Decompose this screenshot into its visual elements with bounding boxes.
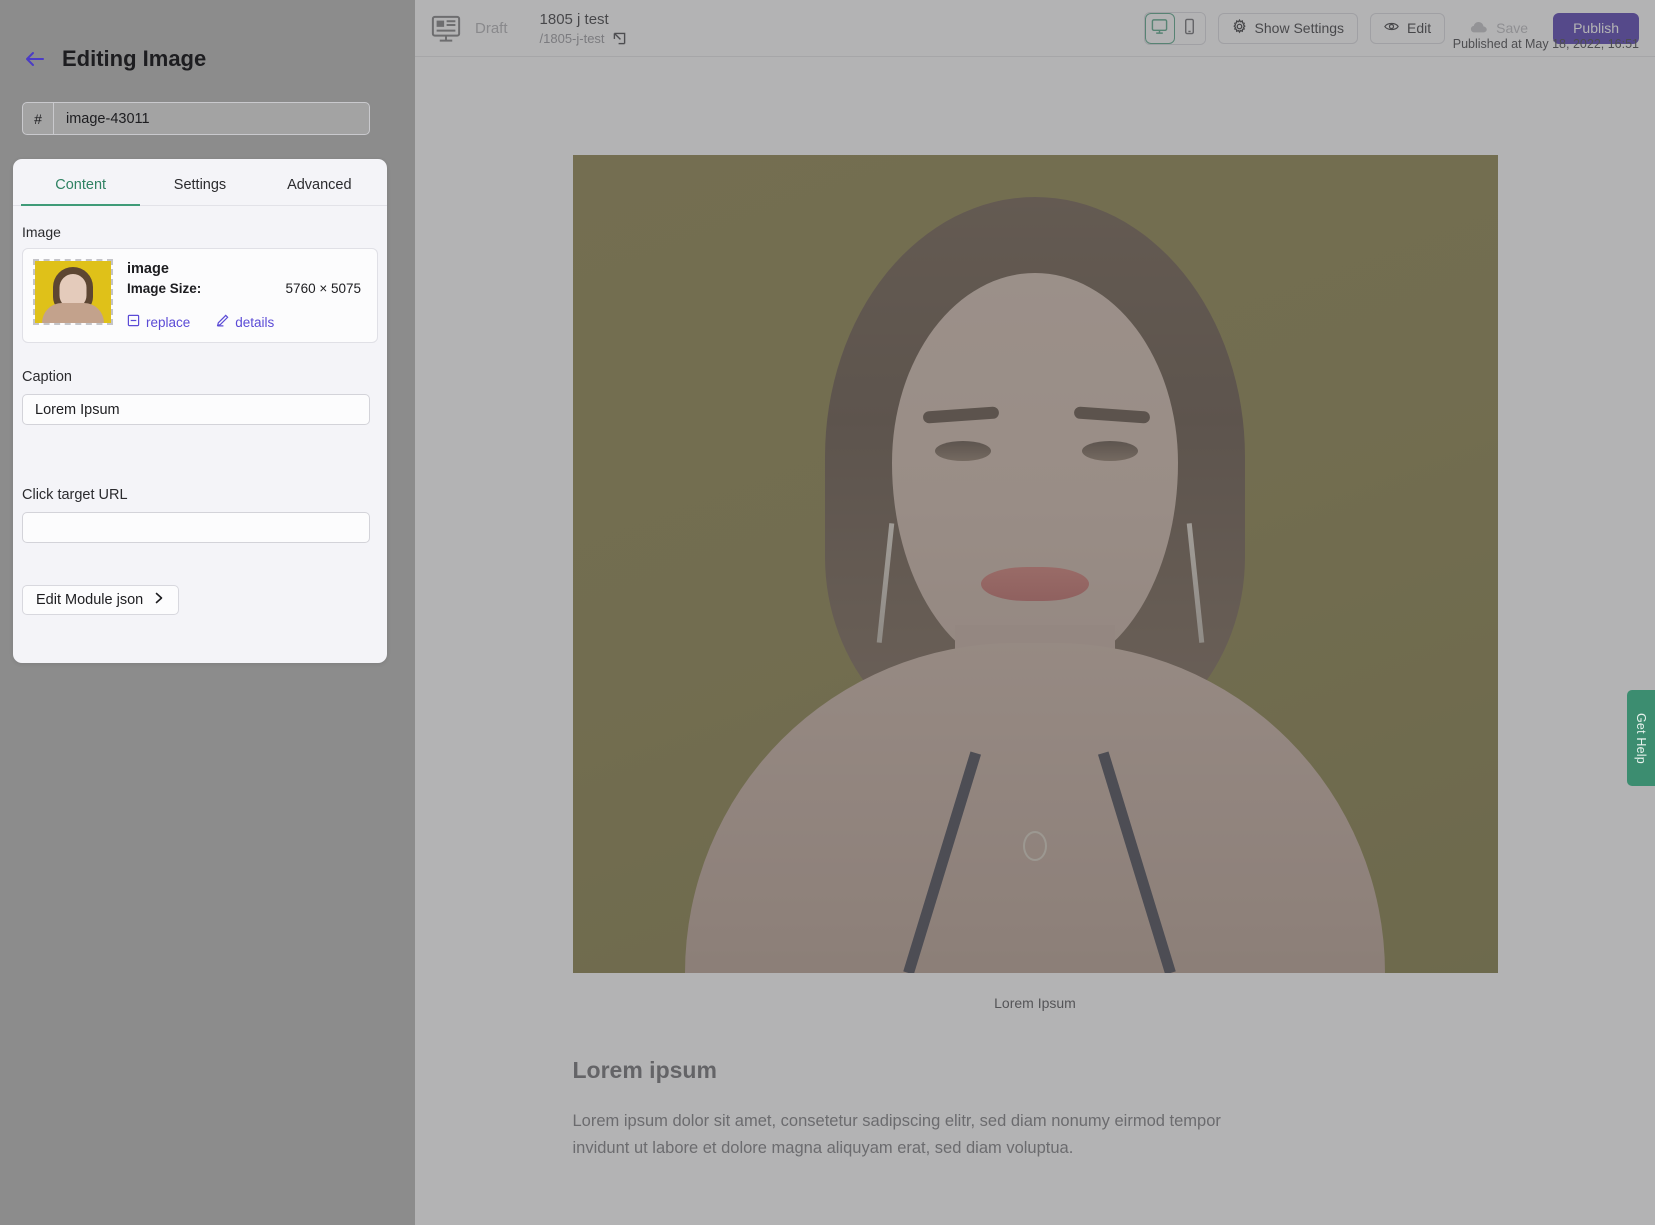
- replace-image-link[interactable]: replace: [127, 314, 190, 330]
- figure-face: [892, 273, 1178, 673]
- page-slug-row: /1805-j-test: [540, 32, 626, 45]
- replace-icon: [127, 314, 140, 330]
- tab-content[interactable]: Content: [21, 159, 140, 206]
- cloud-icon: [1470, 18, 1488, 39]
- anchor-id-field[interactable]: #: [22, 102, 370, 135]
- click-target-url-label: Click target URL: [22, 487, 387, 503]
- arrow-left-icon[interactable]: [24, 48, 46, 70]
- tab-advanced[interactable]: Advanced: [260, 159, 379, 206]
- edit-button[interactable]: Edit: [1370, 13, 1445, 44]
- preview-content: Lorem Ipsum Lorem ipsum Lorem ipsum dolo…: [415, 57, 1655, 1162]
- edit-label: Edit: [1407, 20, 1431, 36]
- top-toolbar: Draft 1805 j test /1805-j-test: [415, 0, 1655, 57]
- editor-tabs: Content Settings Advanced: [13, 159, 387, 206]
- figure-lips: [981, 567, 1089, 601]
- image-size-value: 5760 × 5075: [286, 281, 365, 296]
- chevron-right-icon: [153, 592, 165, 608]
- page-status-label: Draft: [475, 20, 508, 37]
- figure-necklace: [1023, 831, 1047, 861]
- preview-heading: Lorem ipsum: [573, 1057, 1498, 1084]
- details-label: details: [235, 315, 274, 330]
- desktop-monitor-icon: [1151, 18, 1168, 38]
- preview-text-block: Lorem ipsum Lorem ipsum dolor sit amet, …: [573, 1057, 1498, 1162]
- image-editor-panel: Editing Image # Content Settings Advance…: [0, 0, 415, 1225]
- preview-hero-image: [573, 155, 1498, 973]
- get-help-tab[interactable]: Get Help: [1627, 690, 1655, 786]
- preview-pane: Draft 1805 j test /1805-j-test: [415, 0, 1655, 1225]
- mobile-preview-button[interactable]: [1175, 13, 1205, 44]
- field-spacer: [13, 425, 387, 461]
- eye-icon: [1384, 19, 1399, 37]
- mobile-phone-icon: [1181, 18, 1198, 38]
- editor-card: Content Settings Advanced Image image Im…: [13, 159, 387, 663]
- hash-prefix: #: [23, 103, 54, 134]
- edit-module-json-button[interactable]: Edit Module json: [22, 585, 179, 615]
- desktop-preview-button[interactable]: [1145, 13, 1175, 44]
- save-label: Save: [1496, 20, 1528, 36]
- image-thumbnail[interactable]: [35, 261, 111, 323]
- page-slug: /1805-j-test: [540, 32, 605, 45]
- editor-header: Editing Image: [0, 0, 415, 72]
- page-title-editing: Editing Image: [62, 46, 206, 72]
- image-asset-card[interactable]: image Image Size: 5760 × 5075 replace: [22, 248, 378, 343]
- caption-input[interactable]: [22, 394, 370, 425]
- page-title: 1805 j test: [540, 12, 626, 27]
- image-details-link[interactable]: details: [216, 314, 274, 330]
- click-target-url-input[interactable]: [22, 512, 370, 543]
- published-at-text: Published at May 18, 2022, 16:51: [1453, 37, 1639, 51]
- image-metadata: image Image Size: 5760 × 5075 replace: [127, 261, 365, 330]
- preview-image-caption: Lorem Ipsum: [573, 995, 1498, 1011]
- page-title-block: 1805 j test /1805-j-test: [540, 12, 626, 45]
- show-settings-button[interactable]: Show Settings: [1218, 13, 1359, 44]
- replace-label: replace: [146, 315, 190, 330]
- preview-paragraph: Lorem ipsum dolor sit amet, consetetur s…: [573, 1108, 1263, 1162]
- image-name: image: [127, 261, 365, 277]
- gear-icon: [1232, 19, 1247, 37]
- toolbar-left-group: Draft 1805 j test /1805-j-test: [415, 12, 626, 45]
- external-link-icon[interactable]: [613, 32, 626, 45]
- page-layout-icon: [431, 15, 461, 41]
- image-size-row: Image Size: 5760 × 5075: [127, 281, 365, 296]
- device-preview-toggle[interactable]: [1144, 12, 1206, 45]
- image-size-label: Image Size:: [127, 281, 201, 296]
- show-settings-label: Show Settings: [1255, 20, 1345, 36]
- anchor-id-input[interactable]: [54, 103, 369, 134]
- thumbnail-shoulders: [42, 303, 104, 323]
- caption-field-label: Caption: [22, 369, 387, 385]
- image-action-links: replace details: [127, 314, 365, 330]
- image-section-label: Image: [22, 224, 387, 240]
- figure-eye-right: [1082, 441, 1138, 461]
- pencil-icon: [216, 314, 229, 330]
- edit-module-json-label: Edit Module json: [36, 592, 143, 608]
- tab-settings[interactable]: Settings: [140, 159, 259, 206]
- figure-eye-left: [935, 441, 991, 461]
